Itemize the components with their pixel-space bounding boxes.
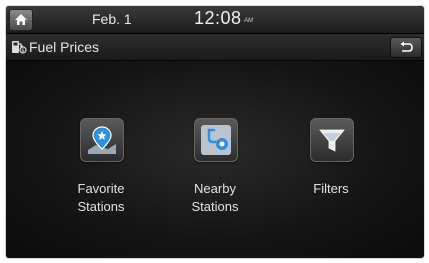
favorite-stations-button[interactable] (80, 118, 124, 162)
date-display: Feb. 1 (92, 11, 132, 27)
clock-time: 12:08 (194, 8, 242, 28)
nearby-stations-label: Nearby Stations (160, 180, 270, 216)
fuel-pump-icon: $ (12, 41, 27, 54)
home-icon (15, 14, 27, 25)
favorite-pin-icon (88, 126, 116, 154)
status-bar: Feb. 1 12:08 AM (6, 6, 424, 34)
menu-item-filters[interactable]: Filters (276, 118, 386, 218)
page-title: Fuel Prices (29, 39, 100, 55)
favorite-stations-label-line2: Stations (77, 199, 125, 214)
svg-text:$: $ (21, 48, 24, 54)
menu-item-nearby-stations[interactable]: Nearby Stations (160, 118, 270, 218)
menu-item-favorite-stations[interactable]: Favorite Stations (46, 118, 156, 218)
back-arrow-icon (400, 41, 413, 52)
filters-label: Filters (276, 180, 386, 198)
main-menu-area: Favorite Stations Nearby Stations Filter… (6, 61, 424, 258)
title-bar: $ Fuel Prices (6, 34, 424, 61)
head-unit-screen: Feb. 1 12:08 AM $ Fuel Prices Favorite S… (6, 6, 424, 258)
clock-ampm: AM (244, 18, 253, 24)
nearby-stations-button[interactable] (194, 118, 238, 162)
filters-label-line1: Filters (313, 181, 349, 196)
filter-funnel-icon (319, 129, 345, 152)
nearby-stations-label-line1: Nearby (194, 181, 236, 196)
filters-button[interactable] (310, 118, 354, 162)
nearby-route-icon (201, 125, 231, 155)
nearby-stations-label-line2: Stations (191, 199, 239, 214)
favorite-stations-label: Favorite Stations (46, 180, 156, 216)
back-button[interactable] (390, 37, 422, 58)
favorite-stations-label-line1: Favorite (77, 181, 125, 196)
home-button[interactable] (9, 9, 33, 31)
